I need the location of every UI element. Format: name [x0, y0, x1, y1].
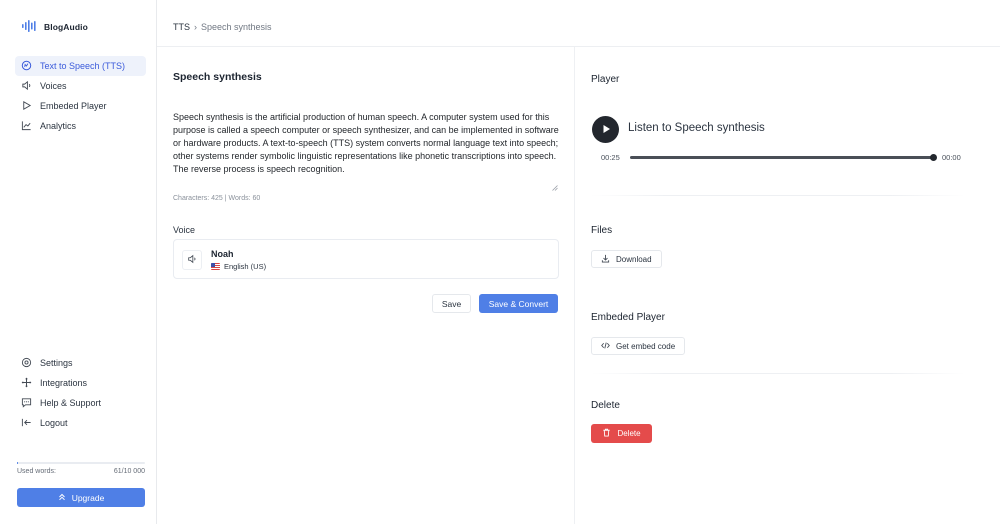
analytics-icon: [21, 120, 32, 133]
voice-language: English (US): [211, 262, 266, 271]
speech-text-input[interactable]: Speech synthesis is the artificial produ…: [173, 111, 559, 191]
sidebar-item-help[interactable]: Help & Support: [15, 393, 146, 413]
app-root: BlogAudio Text to Speech (TTS) Voices Em…: [0, 0, 1000, 524]
embed-code-label: Get embed code: [616, 341, 676, 351]
speaker-icon: [21, 80, 32, 93]
chevrons-up-icon: [58, 493, 66, 503]
upgrade-label: Upgrade: [71, 492, 105, 503]
play-button[interactable]: [592, 116, 619, 143]
upgrade-button[interactable]: Upgrade: [17, 488, 145, 507]
delete-title: Delete: [591, 400, 620, 411]
section-divider: [591, 373, 965, 374]
get-embed-code-button[interactable]: Get embed code: [591, 337, 686, 355]
panel-divider: [574, 47, 575, 524]
download-label: Download: [616, 254, 652, 264]
player-current-time: 00:25: [601, 153, 620, 162]
sidebar-item-label: Help & Support: [40, 398, 102, 408]
code-icon: [601, 341, 610, 352]
sidebar-item-label: Analytics: [40, 121, 77, 131]
brand[interactable]: BlogAudio: [22, 20, 88, 34]
sidebar-item-label: Embeded Player: [40, 101, 107, 111]
audio-wave-logo-icon: [22, 20, 38, 34]
download-button[interactable]: Download: [591, 250, 662, 268]
voice-language-label: English (US): [224, 262, 267, 271]
tts-icon: [21, 60, 32, 73]
top-bar: TTS › Speech synthesis: [157, 0, 1000, 47]
usage-progress-track: [17, 462, 145, 464]
section-divider: [591, 195, 965, 196]
sidebar-nav: Text to Speech (TTS) Voices Embeded Play…: [15, 56, 146, 136]
usage-value: 61/10 000: [113, 468, 145, 475]
delete-button[interactable]: Delete: [591, 424, 652, 443]
character-word-count: Characters: 425 | Words: 60: [173, 195, 261, 202]
integrations-icon: [21, 377, 32, 390]
sidebar-item-analytics[interactable]: Analytics: [15, 116, 146, 136]
word-usage: Used words: 61/10 000: [17, 462, 145, 475]
sidebar-item-label: Settings: [40, 358, 73, 368]
sidebar-item-integrations[interactable]: Integrations: [15, 373, 146, 393]
sidebar-item-label: Logout: [40, 418, 68, 428]
resize-handle-icon[interactable]: [552, 183, 558, 193]
breadcrumb-root[interactable]: TTS: [173, 22, 190, 32]
usage-label: Used words:: [17, 468, 56, 475]
gear-icon: [21, 357, 32, 370]
player-progress-bar[interactable]: [630, 156, 933, 159]
sidebar-bottom-nav: Settings Integrations Help & Support Log…: [15, 353, 146, 433]
download-icon: [601, 254, 610, 265]
sidebar-item-label: Voices: [40, 81, 67, 91]
speaker-icon: [187, 254, 197, 266]
player-scrubber-handle[interactable]: [930, 154, 937, 161]
us-flag-icon: [211, 263, 220, 270]
breadcrumb-separator: ›: [194, 22, 197, 32]
breadcrumb-current: Speech synthesis: [201, 22, 272, 32]
voice-label: Voice: [173, 225, 196, 235]
sidebar-item-voices[interactable]: Voices: [15, 76, 146, 96]
player-title: Player: [591, 74, 620, 85]
sidebar-item-label: Integrations: [40, 378, 88, 388]
sidebar-item-settings[interactable]: Settings: [15, 353, 146, 373]
voice-selector[interactable]: Noah English (US): [173, 239, 559, 279]
editor-title: Speech synthesis: [173, 71, 262, 83]
breadcrumb: TTS › Speech synthesis: [173, 22, 272, 32]
trash-icon: [602, 428, 611, 439]
save-and-convert-button[interactable]: Save & Convert: [479, 294, 558, 313]
usage-progress-fill: [17, 462, 19, 464]
player-track-title: Listen to Speech synthesis: [628, 122, 765, 134]
tts-editor: Speech synthesis Speech synthesis is the…: [173, 47, 573, 524]
sidebar-item-logout[interactable]: Logout: [15, 413, 146, 433]
voice-name: Noah: [211, 249, 234, 259]
play-outline-icon: [21, 100, 32, 113]
brand-name: BlogAudio: [44, 22, 88, 32]
logout-icon: [21, 417, 32, 430]
sidebar-item-tts[interactable]: Text to Speech (TTS): [15, 56, 146, 76]
save-button[interactable]: Save: [432, 294, 471, 313]
sidebar-item-label: Text to Speech (TTS): [40, 61, 126, 71]
audio-panel: Player Listen to Speech synthesis 00:25 …: [591, 47, 971, 524]
play-icon: [601, 124, 611, 136]
delete-label: Delete: [617, 429, 641, 438]
help-icon: [21, 397, 32, 410]
files-title: Files: [591, 225, 613, 236]
voice-preview-button[interactable]: [182, 250, 202, 270]
sidebar-item-embeded-player[interactable]: Embeded Player: [15, 96, 146, 116]
sidebar: BlogAudio Text to Speech (TTS) Voices Em…: [0, 0, 157, 524]
player-end-time: 00:00: [942, 153, 961, 162]
embed-title: Embeded Player: [591, 312, 665, 323]
